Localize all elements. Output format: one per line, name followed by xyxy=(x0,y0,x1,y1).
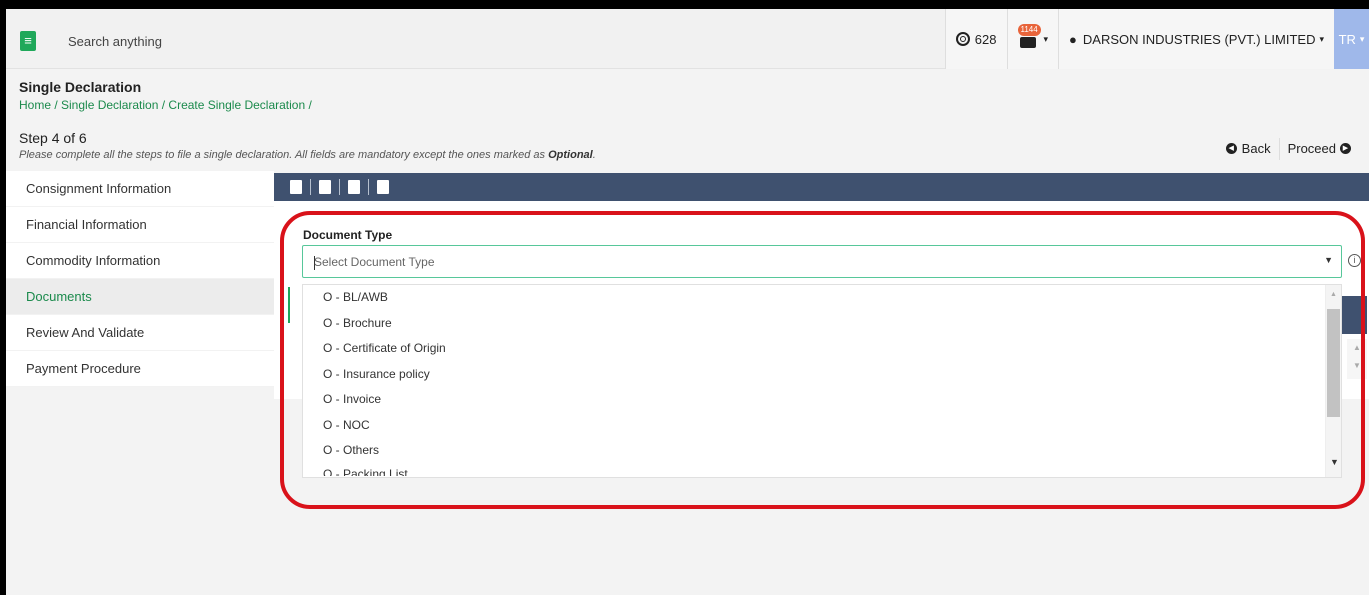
breadcrumb[interactable]: Home / Single Declaration / Create Singl… xyxy=(19,98,312,112)
top-right-controls: 628 1144 ▾ ● DARSON INDUSTRIES (PVT.) LI… xyxy=(944,9,1369,69)
chevron-down-icon: ▼ xyxy=(1324,255,1333,265)
divider xyxy=(339,179,340,195)
app-window: ≡ Search anything 628 1144 ▾ ● DARSON IN… xyxy=(6,9,1369,595)
document-toolbar xyxy=(274,173,1369,201)
chevron-down-icon: ▾ xyxy=(1359,33,1365,44)
mail-dropdown[interactable]: 1144 ▾ xyxy=(1006,9,1059,69)
top-bar: ≡ Search anything 628 1144 ▾ ● DARSON IN… xyxy=(6,9,1369,69)
dropdown-scrollbar[interactable]: ▲ ▼ xyxy=(1325,285,1341,477)
page-title: Single Declaration xyxy=(19,79,142,95)
scroll-up-icon[interactable]: ▲ xyxy=(1330,291,1337,298)
chevron-down-icon: ▾ xyxy=(1319,33,1324,44)
sidebar-item-review[interactable]: Review And Validate xyxy=(6,315,274,351)
document-type-label: Document Type xyxy=(303,228,393,242)
avatar-initials: TR xyxy=(1338,31,1356,47)
option-bl-awb[interactable]: O - BL/AWB xyxy=(303,285,1341,311)
file-icon[interactable] xyxy=(348,180,360,194)
scroll-down-icon[interactable]: ▼ xyxy=(1330,457,1339,467)
company-dropdown[interactable]: ● DARSON INDUSTRIES (PVT.) LIMITED ▾ xyxy=(1058,9,1334,69)
option-noc[interactable]: O - NOC xyxy=(303,413,1341,439)
document-type-select[interactable]: Select Document Type ▼ xyxy=(302,245,1342,278)
divider xyxy=(310,179,311,195)
option-certificate-of-origin[interactable]: O - Certificate of Origin xyxy=(303,336,1341,362)
steps-sidebar: Consignment Information Financial Inform… xyxy=(6,171,274,387)
sort-icon[interactable] xyxy=(290,180,302,194)
arrow-left-icon: ◀ xyxy=(1225,143,1237,154)
table-scrollbar[interactable]: ▲ ▼ xyxy=(1347,339,1367,379)
building-icon[interactable] xyxy=(377,180,389,194)
proceed-button[interactable]: Proceed ▶ xyxy=(1280,137,1359,160)
sidebar-item-commodity[interactable]: Commodity Information xyxy=(6,243,274,279)
search-input[interactable]: Search anything xyxy=(68,34,162,49)
option-invoice[interactable]: O - Invoice xyxy=(303,387,1341,413)
mail-icon: 1144 xyxy=(1017,24,1041,49)
option-insurance-policy[interactable]: O - Insurance policy xyxy=(303,362,1341,388)
coin-icon xyxy=(955,32,970,46)
sidebar-item-consignment[interactable]: Consignment Information xyxy=(6,171,274,207)
company-name: DARSON INDUSTRIES (PVT.) LIMITED xyxy=(1082,31,1316,47)
sidebar-item-financial[interactable]: Financial Information xyxy=(6,207,274,243)
back-button[interactable]: ◀ Back xyxy=(1218,137,1279,160)
coins-indicator[interactable]: 628 xyxy=(944,9,1007,69)
menu-icon[interactable]: ≡ xyxy=(20,31,36,51)
select-all-icon[interactable] xyxy=(319,180,331,194)
info-icon[interactable]: i xyxy=(1348,254,1361,267)
active-accent xyxy=(288,287,290,323)
arrow-right-icon: ▶ xyxy=(1340,143,1351,154)
option-packing-list[interactable]: O - Packing List xyxy=(303,464,1341,476)
scroll-thumb[interactable] xyxy=(1327,309,1340,417)
divider xyxy=(368,179,369,195)
document-type-options: O - BL/AWB O - Brochure O - Certificate … xyxy=(302,284,1342,478)
sidebar-item-documents[interactable]: Documents xyxy=(6,279,274,315)
step-description: Please complete all the steps to file a … xyxy=(19,149,596,161)
user-icon: ● xyxy=(1069,31,1077,47)
step-indicator: Step 4 of 6 xyxy=(19,130,87,146)
mail-count-badge: 1144 xyxy=(1017,24,1041,36)
coins-count: 628 xyxy=(974,31,997,47)
document-type-placeholder: Select Document Type xyxy=(314,255,435,270)
sidebar-item-payment[interactable]: Payment Procedure xyxy=(6,351,274,387)
option-others[interactable]: O - Others xyxy=(303,438,1341,464)
avatar[interactable]: TR ▾ xyxy=(1334,9,1369,69)
chevron-down-icon: ▾ xyxy=(1043,33,1049,44)
option-brochure[interactable]: O - Brochure xyxy=(303,311,1341,337)
step-navigation: ◀ Back Proceed ▶ xyxy=(1218,137,1359,160)
